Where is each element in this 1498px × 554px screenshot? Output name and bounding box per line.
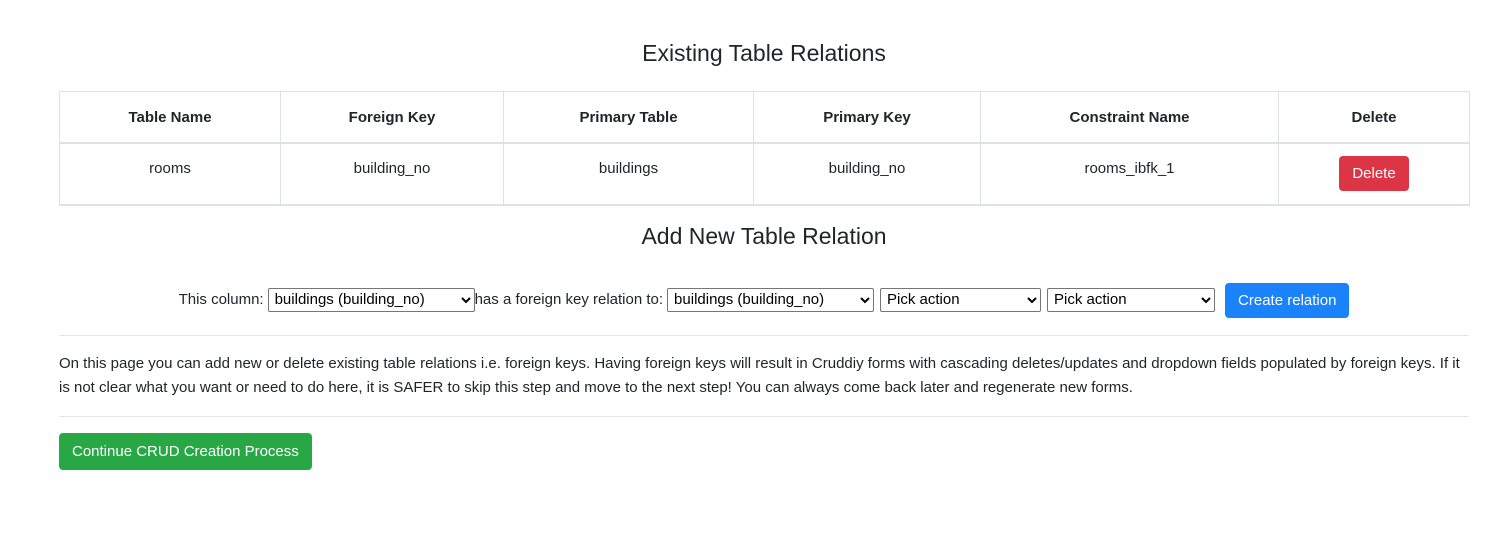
reference-select[interactable]: buildings (building_no) bbox=[667, 287, 875, 312]
column-select[interactable]: buildings (building_no) bbox=[267, 287, 475, 312]
add-relation-title: Add New Table Relation bbox=[641, 223, 887, 249]
cell-primary-table: buildings bbox=[503, 142, 754, 206]
cell-table-name: rooms bbox=[59, 142, 281, 206]
delete-relation-button[interactable]: Delete bbox=[1339, 156, 1409, 191]
existing-relations-title: Existing Table Relations bbox=[642, 40, 886, 66]
on-update-action-select[interactable]: Pick action bbox=[1047, 287, 1216, 312]
continue-button[interactable]: Continue CRUD Creation Process bbox=[59, 433, 312, 470]
relation-label: has a foreign key relation to: bbox=[474, 291, 664, 308]
info-text: On this page you can add new or delete e… bbox=[59, 355, 1460, 396]
cell-delete: Delete bbox=[1278, 142, 1470, 206]
relations-table: Table Name Foreign Key Primary Table Pri… bbox=[59, 91, 1470, 206]
cell-constraint-name: rooms_ibfk_1 bbox=[980, 142, 1279, 206]
add-relation-form: This column: buildings (building_no) has… bbox=[59, 281, 1469, 318]
create-relation-button[interactable]: Create relation bbox=[1225, 283, 1350, 318]
column-label: This column: bbox=[178, 291, 264, 308]
column-header-table-name: Table Name bbox=[59, 91, 281, 144]
on-delete-action-select[interactable]: Pick action bbox=[880, 287, 1042, 312]
table-header-row: Table Name Foreign Key Primary Table Pri… bbox=[59, 91, 1470, 144]
column-header-primary-key: Primary Key bbox=[753, 91, 981, 144]
column-header-delete: Delete bbox=[1278, 91, 1470, 144]
table-row: rooms building_no buildings building_no … bbox=[59, 142, 1470, 206]
column-header-constraint-name: Constraint Name bbox=[980, 91, 1279, 144]
cell-primary-key: building_no bbox=[753, 142, 981, 206]
cell-foreign-key: building_no bbox=[280, 142, 504, 206]
divider bbox=[59, 335, 1469, 336]
column-header-foreign-key: Foreign Key bbox=[280, 91, 504, 144]
column-header-primary-table: Primary Table bbox=[503, 91, 754, 144]
divider bbox=[59, 416, 1469, 417]
